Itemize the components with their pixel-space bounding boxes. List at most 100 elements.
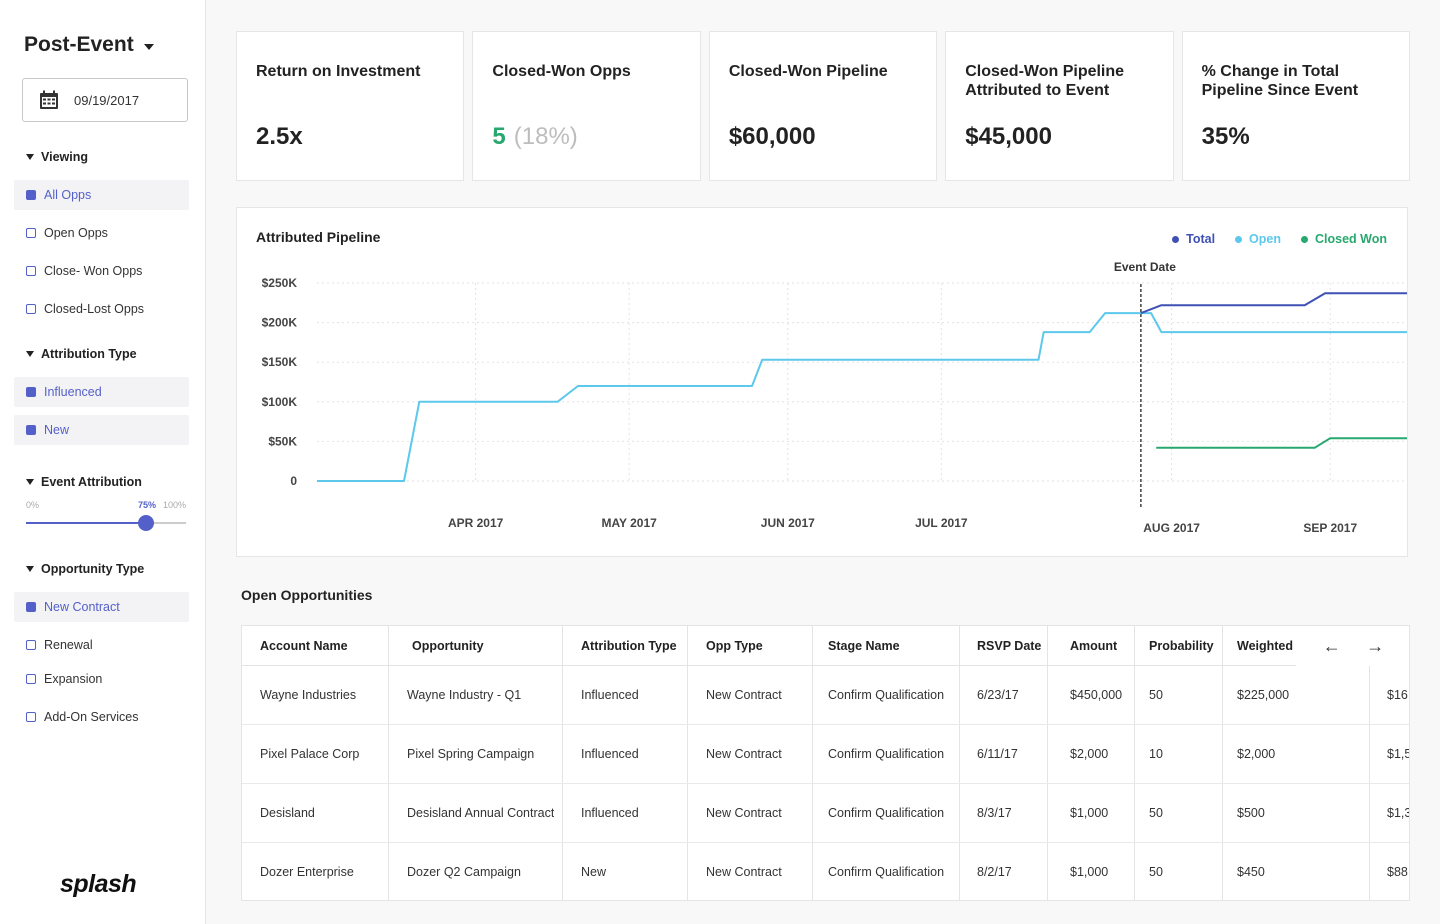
table-cell: 6/23/17 [977, 688, 1019, 702]
slider-thumb[interactable] [138, 515, 154, 531]
event-attribution-slider[interactable] [26, 515, 186, 531]
column-header[interactable]: Opp Type [706, 626, 763, 665]
kpi-label: Closed-Won Pipeline Attributed to Event [965, 63, 1125, 99]
column-divider [562, 784, 563, 842]
column-header[interactable]: Amount [1070, 626, 1117, 665]
kpi-card-closed-won-opps: Closed-Won Opps 5 (18%) [472, 31, 701, 181]
arrow-right-icon[interactable]: → [1366, 636, 1384, 657]
series-line-open [317, 312, 1407, 482]
filter-expansion[interactable]: Expansion [14, 664, 189, 694]
legend-item-total[interactable]: Total [1172, 232, 1215, 246]
slider-fill [26, 522, 146, 524]
column-header[interactable]: Attribution Type [581, 626, 677, 665]
table-cell: Dozer Enterprise [260, 865, 354, 879]
chart-canvas: $250K $200K $150K $100K $50K 0 APR 2017 MAY 201… [262, 260, 1407, 535]
viewing-section-toggle[interactable]: Viewing [26, 150, 88, 164]
table-row[interactable]: Desisland Desisland Annual Contract Influe… [242, 784, 1409, 843]
table-row[interactable]: Dozer Enterprise Dozer Q2 Campaign New New … [242, 843, 1409, 900]
column-header[interactable]: Weighted P [1237, 626, 1295, 665]
table-cell: New Contract [706, 865, 782, 879]
open-opportunities-title: Open Opportunities [241, 587, 373, 603]
kpi-label: % Change in Total Pipeline Since Event [1201, 63, 1359, 99]
y-tick-label: $50K [268, 434, 297, 448]
checkbox-icon [26, 190, 36, 200]
series-line-closed-won [1156, 437, 1407, 449]
table-cell: Desisland Annual Contract [407, 806, 555, 820]
event-phase-label: Post-Event [24, 33, 134, 56]
filter-label: Add-On Services [44, 710, 139, 724]
kpi-row: Return on Investment 2.5x Closed-Won Opp… [236, 31, 1411, 181]
y-tick-label: $100K [262, 395, 298, 409]
kpi-value: $45,000 [965, 123, 1052, 150]
column-divider [388, 626, 389, 665]
calendar-icon [40, 90, 58, 109]
legend-label: Total [1186, 232, 1216, 246]
filter-closed-lost-opps[interactable]: Closed-Lost Opps [14, 294, 189, 324]
table-cell: New Contract [706, 747, 782, 761]
table-cell: $1,000 [1070, 865, 1109, 879]
opportunity-type-section-toggle[interactable]: Opportunity Type [26, 562, 144, 576]
legend-label: Closed Won [1315, 232, 1387, 246]
filter-all-opps[interactable]: All Opps [14, 180, 189, 210]
checkbox-icon [26, 228, 36, 238]
filter-renewal[interactable]: Renewal [14, 630, 189, 660]
column-divider [1222, 626, 1223, 665]
column-divider [959, 784, 960, 842]
sidebar: Post-Event 09/19/2017 Viewing All Opps O… [0, 0, 206, 924]
column-divider [388, 725, 389, 783]
y-tick-label: $150K [262, 355, 298, 369]
table-cell: $2,000 [1237, 747, 1276, 761]
checkbox-icon [26, 304, 36, 314]
filter-influenced[interactable]: Influenced [14, 377, 189, 407]
filter-closed-won-opps[interactable]: Close- Won Opps [14, 256, 189, 286]
filter-label: Close- Won Opps [44, 264, 143, 278]
event-phase-dropdown[interactable]: Post-Event [24, 33, 154, 57]
filter-add-on-services[interactable]: Add-On Services [14, 702, 189, 732]
table-row[interactable]: Pixel Palace Corp Pixel Spring Campaign In… [242, 725, 1410, 784]
filter-label: All Opps [44, 188, 92, 202]
chevron-down-icon [26, 566, 34, 572]
table-cell: $1,5 [1387, 747, 1410, 761]
attribution-type-section-toggle[interactable]: Attribution Type [26, 347, 137, 361]
filter-label: Renewal [44, 638, 93, 652]
table-scroll-controls: ← → [1296, 626, 1409, 666]
kpi-card-closed-won-pipeline: Closed-Won Pipeline $60,000 [708, 31, 938, 181]
event-date-label: Event Date [1114, 260, 1176, 274]
column-divider [1134, 843, 1135, 900]
column-header[interactable]: RSVP Date [977, 626, 1041, 665]
table-cell: $450,000 [1070, 688, 1123, 702]
table-row[interactable]: Wayne Industries Wayne Industry - Q1 Influ… [242, 666, 1409, 725]
column-header[interactable]: Stage Name [828, 626, 900, 665]
filter-open-opps[interactable]: Open Opps [14, 218, 189, 248]
x-tick-label: SEP 2017 [1303, 521, 1357, 535]
column-divider [812, 666, 813, 724]
slider-min-label: 0% [26, 500, 40, 510]
column-divider [1047, 784, 1048, 842]
column-divider [812, 725, 813, 783]
column-divider [959, 626, 960, 665]
arrow-left-icon[interactable]: ← [1323, 636, 1341, 657]
event-attribution-section-toggle[interactable]: Event Attribution [26, 475, 142, 489]
column-header[interactable]: Opportunity [412, 626, 484, 665]
column-divider [812, 626, 813, 665]
viewing-label: Viewing [41, 150, 89, 164]
chart-title: Attributed Pipeline [256, 229, 381, 245]
filter-new[interactable]: New [14, 415, 189, 445]
column-divider [1047, 725, 1048, 783]
column-divider [388, 843, 389, 900]
date-picker[interactable]: 09/19/2017 [22, 78, 188, 122]
filter-new-contract[interactable]: New Contract [14, 592, 189, 622]
y-tick-label: $250K [262, 276, 298, 290]
table-cell: $225,000 [1237, 688, 1290, 702]
kpi-value: 2.5x [256, 123, 303, 150]
column-divider [1369, 666, 1370, 724]
column-divider [562, 725, 563, 783]
legend-item-closed-won[interactable]: Closed Won [1301, 232, 1387, 246]
column-header[interactable]: Account Name [260, 626, 348, 665]
column-header[interactable]: Probability [1149, 626, 1214, 665]
table-cell: 8/2/17 [977, 865, 1012, 879]
table-cell: Pixel Palace Corp [260, 747, 360, 761]
legend-item-open[interactable]: Open [1235, 232, 1281, 246]
open-opportunities-table: Account Name Opportunity Attribution Type O… [241, 625, 1410, 901]
filter-label: Open Opps [44, 226, 108, 240]
